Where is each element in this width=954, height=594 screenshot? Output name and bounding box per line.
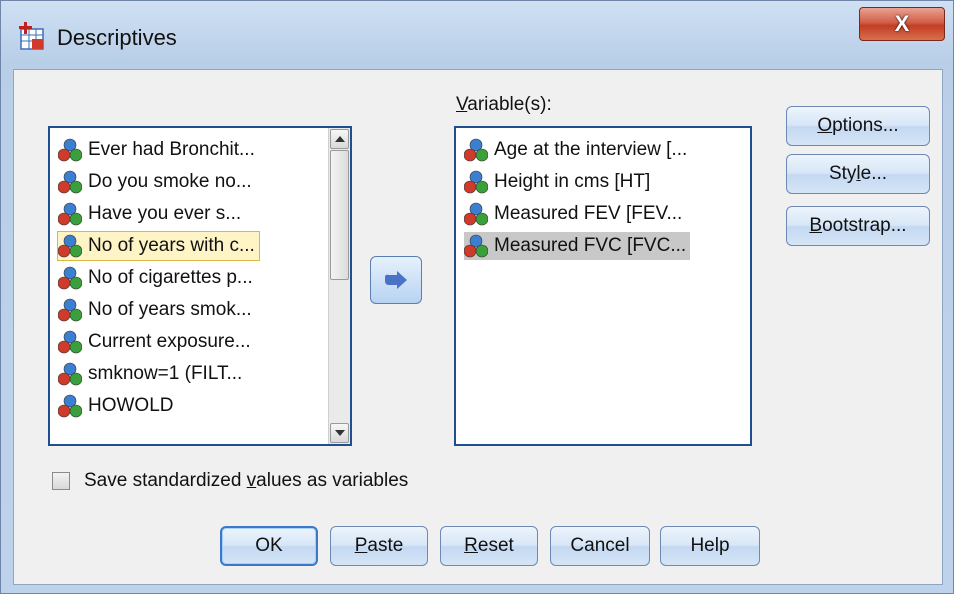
close-icon: X: [894, 11, 910, 36]
variable-scale-icon: [58, 266, 82, 290]
target-list-item[interactable]: Height in cms [HT]: [464, 168, 654, 196]
save-standardized-row[interactable]: Save standardized values as variables: [52, 470, 408, 492]
source-list-item[interactable]: Have you ever s...: [58, 200, 245, 228]
reset-label: Reset: [464, 535, 514, 556]
bootstrap-label: Bootstrap...: [809, 215, 907, 236]
variable-scale-icon: [464, 138, 488, 162]
source-item-label: Do you smoke no...: [88, 171, 252, 192]
source-item-label: smknow=1 (FILT...: [88, 363, 243, 384]
variable-scale-icon: [58, 394, 82, 418]
variable-scale-icon: [464, 234, 488, 258]
chevron-down-icon: [334, 430, 345, 436]
source-list-item[interactable]: HOWOLD: [58, 392, 178, 420]
source-list-item[interactable]: smknow=1 (FILT...: [58, 360, 246, 388]
style-button[interactable]: Style...: [786, 154, 930, 194]
variable-scale-icon: [58, 234, 82, 258]
variable-scale-icon: [58, 362, 82, 386]
selected-variable-list[interactable]: Age at the interview [... Height in cms […: [454, 126, 752, 446]
source-list-item[interactable]: Current exposure...: [58, 328, 255, 356]
source-list-item[interactable]: No of years smok...: [58, 296, 256, 324]
target-item-label: Age at the interview [...: [494, 139, 688, 160]
source-list-item[interactable]: No of years with c...: [57, 231, 260, 261]
target-list-item[interactable]: Measured FVC [FVC...: [464, 232, 691, 260]
variable-scale-icon: [58, 298, 82, 322]
ok-label: OK: [255, 535, 283, 556]
source-list-item[interactable]: Do you smoke no...: [58, 168, 256, 196]
source-item-label: Have you ever s...: [88, 203, 242, 224]
source-list-scrollbar[interactable]: [328, 128, 350, 444]
dialog-body: Ever had Bronchit... Do you smoke no... Ha…: [13, 69, 943, 585]
options-label: Options...: [817, 115, 899, 136]
help-label: Help: [690, 535, 730, 556]
save-standardized-checkbox[interactable]: [52, 472, 70, 490]
source-list-item[interactable]: No of cigarettes p...: [58, 264, 257, 292]
source-list-item[interactable]: Ever had Bronchit...: [58, 136, 259, 164]
source-item-label: HOWOLD: [88, 395, 174, 416]
target-item-label: Measured FVC [FVC...: [494, 235, 687, 256]
variable-scale-icon: [58, 170, 82, 194]
target-item-label: Height in cms [HT]: [494, 171, 651, 192]
window-title: Descriptives: [57, 25, 177, 50]
chevron-up-icon: [334, 136, 345, 142]
target-item-label: Measured FEV [FEV...: [494, 203, 683, 224]
ok-button[interactable]: OK: [220, 526, 318, 566]
title-bar[interactable]: Descriptives X: [1, 1, 954, 71]
cancel-label: Cancel: [570, 535, 630, 556]
target-list-item[interactable]: Measured FEV [FEV...: [464, 200, 686, 228]
reset-button[interactable]: Reset: [440, 526, 538, 566]
variables-label: Variable(s):: [456, 94, 552, 116]
app-icon: [19, 22, 44, 50]
variable-scale-icon: [58, 138, 82, 162]
arrow-right-icon: [385, 271, 407, 289]
help-button[interactable]: Help: [660, 526, 760, 566]
scroll-thumb[interactable]: [330, 150, 349, 280]
bootstrap-button[interactable]: Bootstrap...: [786, 206, 930, 246]
move-variable-button[interactable]: [370, 256, 422, 304]
options-button[interactable]: Options...: [786, 106, 930, 146]
source-variable-list[interactable]: Ever had Bronchit... Do you smoke no... Ha…: [48, 126, 352, 446]
source-item-label: No of years with c...: [88, 235, 255, 256]
variable-scale-icon: [58, 330, 82, 354]
descriptives-dialog: Descriptives X Ever had Bronchit... Do yo…: [0, 0, 954, 594]
source-item-label: Ever had Bronchit...: [88, 139, 255, 160]
variables-label-text: Variable(s):: [456, 94, 552, 115]
paste-label: Paste: [354, 535, 404, 556]
variable-scale-icon: [58, 202, 82, 226]
close-button[interactable]: X: [859, 7, 945, 41]
source-item-label: No of cigarettes p...: [88, 267, 253, 288]
source-item-label: No of years smok...: [88, 299, 252, 320]
save-standardized-text: Save standardized values as variables: [84, 470, 409, 491]
scroll-up-button[interactable]: [330, 129, 349, 149]
paste-button[interactable]: Paste: [330, 526, 428, 566]
cancel-button[interactable]: Cancel: [550, 526, 650, 566]
source-item-label: Current exposure...: [88, 331, 251, 352]
variable-scale-icon: [464, 202, 488, 226]
scroll-down-button[interactable]: [330, 423, 349, 443]
target-list-item[interactable]: Age at the interview [...: [464, 136, 691, 164]
style-label: Style...: [828, 163, 888, 184]
variable-scale-icon: [464, 170, 488, 194]
